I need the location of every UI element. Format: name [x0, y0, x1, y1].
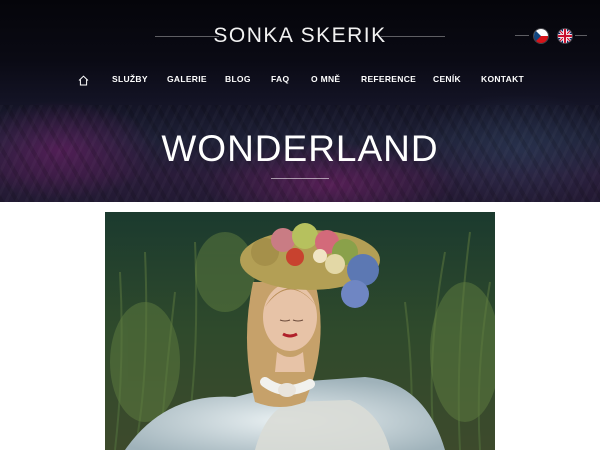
page-heading: WONDERLAND: [161, 128, 439, 169]
nav-item-galerie[interactable]: GALERIE: [167, 74, 207, 84]
nav-item-cenik[interactable]: CENÍK: [433, 74, 461, 84]
main-nav: SLUŽBY GALERIE BLOG FAQ O MNĚ REFERENCE …: [0, 74, 600, 90]
title-divider-right: [381, 36, 445, 37]
nav-item-reference[interactable]: REFERENCE: [361, 74, 416, 84]
featured-photo[interactable]: [105, 212, 495, 450]
lang-divider-end: [575, 35, 587, 36]
brand-row: SONKA SKERIK: [0, 22, 600, 52]
site-title[interactable]: SONKA SKERIK: [0, 24, 600, 48]
nav-item-blog[interactable]: BLOG: [225, 74, 251, 84]
nav-item-sluzby[interactable]: SLUŽBY: [112, 74, 148, 84]
page-header: SONKA SKERIK SLUŽBY GALERIE BLOG FAQ O M…: [0, 0, 600, 202]
nav-item-faq[interactable]: FAQ: [271, 74, 289, 84]
home-icon[interactable]: [78, 73, 89, 86]
lang-divider: [515, 35, 529, 36]
czech-flag-icon[interactable]: [533, 28, 549, 44]
uk-flag-icon[interactable]: [557, 28, 573, 44]
heading-underline: [271, 178, 329, 179]
nav-item-kontakt[interactable]: KONTAKT: [481, 74, 524, 84]
nav-item-o-mne[interactable]: O MNĚ: [311, 74, 340, 84]
